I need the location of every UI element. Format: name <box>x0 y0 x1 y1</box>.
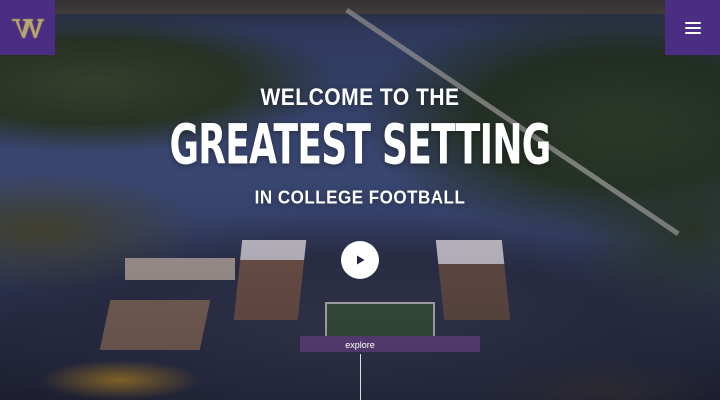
headline-line-2: GREATEST SETTING <box>169 113 551 177</box>
headline-line-3: IN COLLEGE FOOTBALL <box>254 187 466 208</box>
play-video-button[interactable] <box>341 241 379 279</box>
play-icon <box>357 255 365 265</box>
hero-headline: WELCOME TO THE GREATEST SETTING IN COLLE… <box>0 84 720 208</box>
explore-link[interactable]: explore <box>345 340 375 350</box>
home-logo-link[interactable] <box>0 0 55 55</box>
far-shoreline <box>0 0 720 14</box>
hero-section: WELCOME TO THE GREATEST SETTING IN COLLE… <box>0 0 720 400</box>
headline-line-1: WELCOME TO THE <box>260 84 460 111</box>
hamburger-menu-icon <box>684 21 701 34</box>
w-logo-icon <box>11 18 44 38</box>
football-field <box>325 302 435 340</box>
menu-button[interactable] <box>665 0 720 55</box>
scroll-indicator-line <box>360 354 361 400</box>
